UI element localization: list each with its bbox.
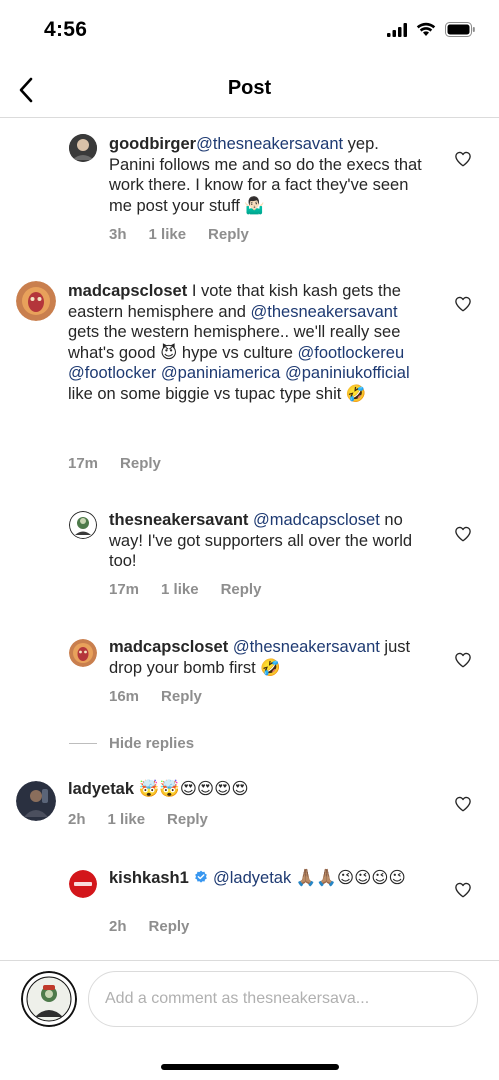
nav-bar: Post: [0, 60, 499, 118]
avatar[interactable]: [16, 781, 56, 821]
comment-mention[interactable]: @madcapscloset: [253, 511, 380, 529]
heart-outline-icon[interactable]: [454, 881, 472, 899]
reply-button[interactable]: Reply: [208, 226, 249, 243]
heart-outline-icon[interactable]: [454, 150, 472, 168]
comment-mention[interactable]: @thesneakersavant: [233, 638, 380, 656]
wifi-icon: [416, 22, 436, 36]
comments-feed[interactable]: goodbirger@thesneakersavant yep. Panini …: [0, 119, 499, 959]
avatar[interactable]: [16, 281, 56, 321]
battery-icon: [445, 22, 475, 37]
comment-time: 17m: [109, 581, 140, 598]
comment-username[interactable]: thesneakersavant: [109, 511, 248, 529]
comment-time: 16m: [109, 688, 140, 705]
avatar-image: [69, 511, 97, 539]
home-indicator: [161, 1064, 339, 1070]
page-title: Post: [227, 77, 272, 99]
reply-button[interactable]: Reply: [120, 455, 161, 472]
comment-time: 3h: [109, 226, 127, 243]
reply-button[interactable]: Reply: [149, 918, 190, 935]
comment: ladyetak 🤯🤯😍😍😍😍 2h 1 like Reply: [0, 769, 499, 849]
comment-likes[interactable]: 1 like: [108, 811, 146, 828]
status-time: 4:56: [44, 18, 88, 41]
comment-meta: 16m Reply: [109, 688, 224, 705]
avatar[interactable]: [69, 134, 97, 162]
comment-username[interactable]: kishkash1: [109, 869, 189, 887]
comment-input-placeholder: Add a comment as thesneakersava...: [105, 990, 370, 1007]
avatar-image: [16, 281, 56, 321]
avatar-image: [69, 134, 97, 162]
divider: [69, 743, 97, 744]
comment-reply: thesneakersavant @madcapscloset no way! …: [0, 499, 499, 609]
comment-meta: 3h 1 like Reply: [109, 226, 271, 243]
heart-outline-icon[interactable]: [454, 795, 472, 813]
avatar[interactable]: [69, 870, 97, 898]
comment-meta: 17m 1 like Reply: [109, 581, 283, 598]
comment-mention[interactable]: @paniniukofficial: [285, 364, 410, 382]
comment-username[interactable]: ladyetak: [68, 780, 134, 798]
comment-likes[interactable]: 1 like: [149, 226, 187, 243]
comment-body: 🤯🤯😍😍😍😍: [134, 780, 249, 798]
avatar[interactable]: [69, 639, 97, 667]
comment-text: thesneakersavant @madcapscloset no way! …: [109, 510, 429, 572]
heart-outline-icon[interactable]: [454, 525, 472, 543]
reply-button[interactable]: Reply: [161, 688, 202, 705]
hide-replies-label: Hide replies: [109, 735, 195, 752]
comment-reply: madcapscloset @thesneakersavant just dro…: [0, 627, 499, 717]
comment-time: 2h: [68, 811, 86, 828]
reply-button[interactable]: Reply: [221, 581, 262, 598]
avatar-image: [69, 870, 97, 898]
comment-meta: 2h 1 like Reply: [68, 811, 230, 828]
avatar-image: [69, 639, 97, 667]
comment-meta: 2h Reply: [109, 918, 211, 935]
comment-mention[interactable]: @footlocker: [68, 364, 156, 382]
heart-outline-icon[interactable]: [454, 295, 472, 313]
avatar[interactable]: [69, 511, 97, 539]
status-icons: [387, 22, 475, 37]
comment-time: 2h: [109, 918, 127, 935]
comment-username[interactable]: goodbirger: [109, 135, 196, 153]
signal-icon: [387, 22, 407, 37]
heart-outline-icon[interactable]: [454, 651, 472, 669]
comment-reply: goodbirger@thesneakersavant yep. Panini …: [0, 119, 499, 259]
comment-text: madcapscloset @thesneakersavant just dro…: [109, 637, 429, 678]
comment-mention[interactable]: @ladyetak: [213, 869, 291, 887]
comment-meta: 17m Reply: [68, 455, 183, 472]
comment-body: 🙏🏽🙏🏽😉😉😉😉: [291, 869, 406, 887]
comment-input[interactable]: Add a comment as thesneakersava...: [88, 971, 478, 1027]
comment-text: madcapscloset I vote that kish kash gets…: [68, 281, 423, 405]
verified-badge-icon: [195, 870, 208, 883]
comment-body: like on some biggie vs tupac type shit 🤣: [68, 384, 367, 403]
reply-button[interactable]: Reply: [167, 811, 208, 828]
comment-text: goodbirger@thesneakersavant yep. Panini …: [109, 134, 429, 216]
comment-likes[interactable]: 1 like: [161, 581, 199, 598]
status-bar: 4:56: [0, 0, 499, 60]
comment-reply: kishkash1 @ladyetak 🙏🏽🙏🏽😉😉😉😉 2h Reply: [0, 864, 499, 954]
comment-time: 17m: [68, 455, 99, 472]
comment-username[interactable]: madcapscloset: [109, 638, 228, 656]
comment-mention[interactable]: @thesneakersavant: [251, 303, 398, 321]
comment-mention[interactable]: @thesneakersavant: [196, 135, 343, 153]
current-user-avatar: [21, 971, 77, 1027]
avatar-image: [16, 781, 56, 821]
comment-text: ladyetak 🤯🤯😍😍😍😍: [68, 779, 423, 800]
comment-username[interactable]: madcapscloset: [68, 282, 187, 300]
comment-composer: Add a comment as thesneakersava...: [0, 960, 499, 1040]
comment-mention[interactable]: @footlockereu: [297, 344, 404, 362]
hide-replies-button[interactable]: Hide replies: [69, 735, 194, 752]
comment: madcapscloset I vote that kish kash gets…: [0, 269, 499, 489]
comment-text: kishkash1 @ladyetak 🙏🏽🙏🏽😉😉😉😉: [109, 868, 429, 889]
comment-mention[interactable]: @paniniamerica: [161, 364, 280, 382]
avatar-image: [21, 971, 77, 1027]
